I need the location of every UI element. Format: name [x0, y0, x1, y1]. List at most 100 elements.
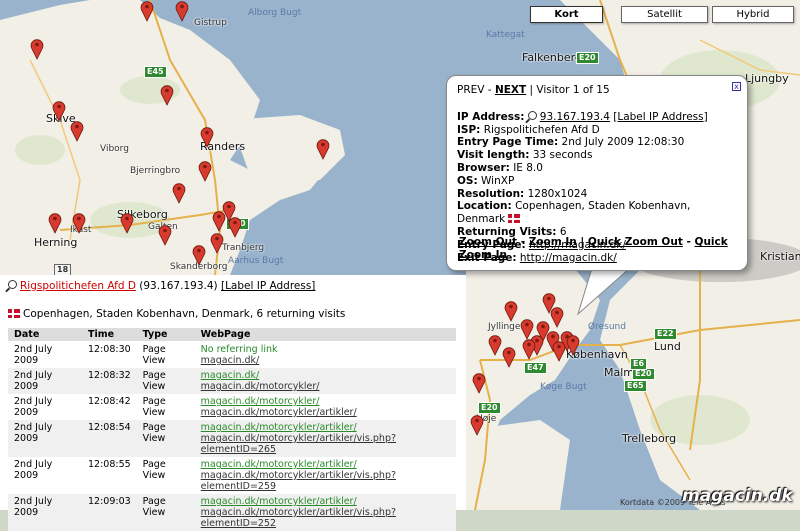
map-type-kort-button[interactable]: Kort: [530, 6, 603, 23]
map-label-aarhus-bugt: Aarhus Bugt: [228, 256, 284, 266]
referrer-link[interactable]: magacin.dk/motorcykler/artikler/: [201, 496, 450, 507]
map-type-satellit-button[interactable]: Satellit: [621, 6, 708, 23]
table-row: 2nd July 2009 12:08:54 Page View magacin.dk…: [8, 420, 456, 457]
prev-link[interactable]: PREV: [457, 84, 484, 96]
referrer-link[interactable]: magacin.dk/motorcykler/artikler/: [201, 422, 450, 433]
page-link[interactable]: magacin.dk/motorcykler/artikler/vis.php?…: [201, 470, 450, 492]
page-link[interactable]: magacin.dk/: [201, 355, 450, 366]
zoom-separator: -: [520, 236, 526, 249]
map-pin-icon[interactable]: [470, 414, 484, 436]
map-pin-icon[interactable]: [160, 84, 174, 106]
row-date: 2nd July 2009: [14, 344, 53, 366]
table-row: 2nd July 2009 12:08:32 Page View magacin.dk…: [8, 368, 456, 394]
road-label: E22: [654, 328, 677, 340]
map-pin-icon[interactable]: [140, 0, 154, 22]
map-pin-icon[interactable]: [158, 224, 172, 246]
map-pin-icon[interactable]: [566, 334, 580, 356]
page-link[interactable]: magacin.dk/motorcykler/: [201, 381, 450, 392]
row-date: 2nd July 2009: [14, 459, 53, 481]
row-type: Page View: [142, 459, 166, 481]
map-pin-icon[interactable]: [550, 306, 564, 328]
referrer-link[interactable]: magacin.dk/motorcykler/: [201, 396, 450, 407]
nav-separator: -: [487, 84, 492, 96]
map-label-gistrup: Gistrup: [194, 18, 227, 28]
map-label-ljungby: Ljungby: [745, 72, 789, 85]
resolution-value: 1280x1024: [527, 187, 588, 200]
magnifier-icon[interactable]: [527, 110, 537, 120]
resolution-label: Resolution:: [457, 187, 525, 200]
zoom-separator: |: [580, 236, 585, 249]
map-pin-icon[interactable]: [70, 120, 84, 142]
table-row: 2nd July 2009 12:08:55 Page View magacin.dk…: [8, 457, 456, 494]
table-row: 2nd July 2009 12:09:03 Page View magacin.dk…: [8, 494, 456, 531]
map-label-tranbjerg: Tranbjerg: [222, 243, 265, 253]
map-pin-icon[interactable]: [488, 334, 502, 356]
referrer-link[interactable]: magacin.dk/: [201, 370, 450, 381]
map-pin-icon[interactable]: [316, 138, 330, 160]
ip-label: IP Address:: [457, 110, 525, 123]
close-icon[interactable]: x: [732, 82, 741, 91]
zoom-in-link[interactable]: Zoom In: [529, 236, 577, 248]
map-pin-icon[interactable]: [504, 300, 518, 322]
row-date: 2nd July 2009: [8, 368, 82, 394]
quick-zoom-out-link[interactable]: Quick Zoom Out: [588, 236, 683, 248]
column-header-time: Time: [82, 328, 137, 342]
browser-value: IE 8.0: [513, 161, 543, 174]
map-label-viborg: Viborg: [100, 144, 129, 154]
page-link[interactable]: magacin.dk/motorcykler/artikler/vis.php?…: [201, 433, 450, 455]
isp-link[interactable]: Rigspolitichefen Afd D: [20, 280, 136, 292]
map-pin-icon[interactable]: [228, 216, 242, 238]
row-time: 12:08:42: [88, 396, 131, 407]
map-label-oresund: Øresund: [588, 322, 626, 332]
os-value: WinXP: [481, 174, 515, 187]
ip-address-link[interactable]: 93.167.193.4: [540, 111, 610, 123]
row-time: 12:08:54: [82, 420, 137, 457]
map-pin-icon[interactable]: [552, 340, 566, 362]
row-type: Page View: [142, 344, 166, 366]
row-date: 2nd July 2009: [8, 494, 82, 531]
pageview-table: Date Time Type WebPage 2nd July 2009 12:0…: [8, 328, 456, 531]
referrer-link[interactable]: magacin.dk/motorcykler/artikler/: [201, 459, 450, 470]
map-pin-icon[interactable]: [502, 346, 516, 368]
map-label-koge-bugt: Køge Bugt: [540, 382, 587, 392]
isp-label: ISP:: [457, 123, 481, 136]
page-link[interactable]: magacin.dk/motorcykler/artikler/: [201, 407, 450, 418]
zoom-out-link[interactable]: Zoom Out: [459, 236, 517, 248]
row-type: Page View: [136, 368, 195, 394]
location-line: Copenhagen, Staden Kobenhavn, Denmark, 6…: [8, 308, 458, 320]
road-label: E47: [524, 362, 547, 374]
map-pin-icon[interactable]: [52, 100, 66, 122]
row-time: 12:08:32: [82, 368, 137, 394]
map-pin-icon[interactable]: [172, 182, 186, 204]
ip-text: (93.167.193.4): [139, 280, 218, 292]
map-pin-icon[interactable]: [72, 212, 86, 234]
visitor-header: Rigspolitichefen Afd D (93.167.193.4) [L…: [8, 280, 458, 292]
map-pin-icon[interactable]: [192, 244, 206, 266]
map-pin-icon[interactable]: [175, 0, 189, 22]
map-pin-icon[interactable]: [522, 338, 536, 360]
map-pin-icon[interactable]: [48, 212, 62, 234]
row-type: Page View: [136, 420, 195, 457]
map-pin-icon[interactable]: [472, 372, 486, 394]
label-ip-link[interactable]: [Label IP Address]: [221, 280, 315, 292]
map-label-herning: Herning: [34, 236, 78, 249]
map-pin-icon[interactable]: [198, 160, 212, 182]
map-pin-icon[interactable]: [210, 232, 224, 254]
map-pin-icon[interactable]: [120, 212, 134, 234]
popup-tail: [577, 268, 631, 316]
label-ip-link[interactable]: [Label IP Address]: [613, 111, 707, 123]
map-pin-icon[interactable]: [200, 126, 214, 148]
next-link[interactable]: NEXT: [495, 84, 526, 96]
map-pin-icon[interactable]: [30, 38, 44, 60]
location-label: Location:: [457, 200, 512, 213]
denmark-flag-icon: [8, 309, 20, 318]
row-time: 12:08:30: [88, 344, 131, 355]
map-type-hybrid-button[interactable]: Hybrid: [712, 6, 794, 23]
page-link[interactable]: magacin.dk/motorcykler/artikler/vis.php?…: [201, 507, 450, 529]
map-label-kattegat: Kattegat: [486, 30, 525, 40]
visitor-counter: | Visitor 1 of 15: [529, 84, 610, 96]
referrer-link: No referring link: [200, 344, 278, 355]
road-label: E65: [624, 380, 647, 392]
magnifier-icon[interactable]: [8, 280, 17, 289]
denmark-flag-icon: [508, 214, 521, 224]
